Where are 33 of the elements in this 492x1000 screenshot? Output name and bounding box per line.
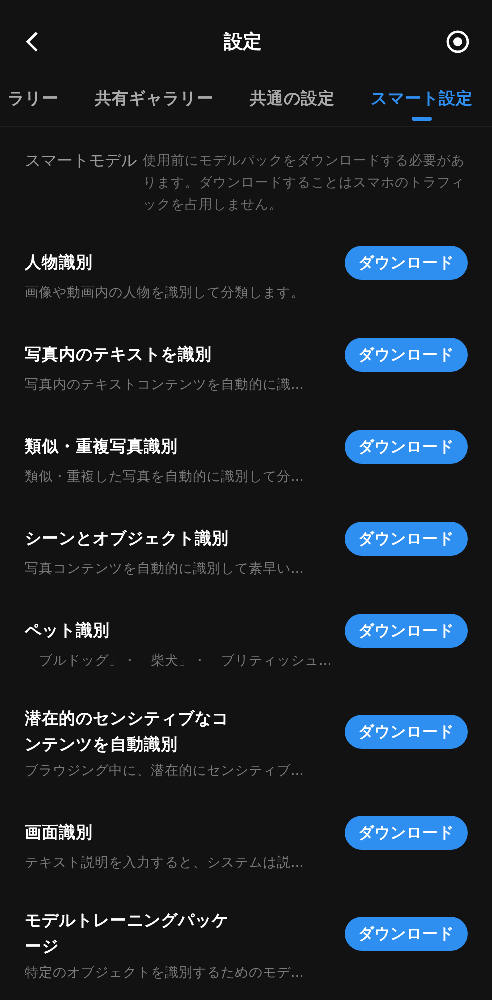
model-title: モデルトレーニングパッケージ bbox=[25, 910, 230, 958]
tab[interactable]: ラリー bbox=[8, 84, 59, 126]
target-icon[interactable] bbox=[446, 30, 470, 54]
model-description: 「ブルドッグ」・「柴犬」・「ブリティッシュ... bbox=[25, 652, 333, 671]
model-title: ペット識別 bbox=[25, 620, 111, 642]
model-description: ブラウジング中に、潜在的にセンシティブ... bbox=[25, 762, 305, 781]
model-title: 潜在的のセンシティブなコンテンツを自動識別 bbox=[25, 708, 230, 756]
model-description: 画像や動画内の人物を識別して分類します。 bbox=[25, 284, 306, 303]
download-button[interactable]: ダウンロード bbox=[345, 715, 468, 749]
tab[interactable]: スマート設定 bbox=[371, 84, 473, 126]
model-description: 写真コンテンツを自動的に識別して素早い... bbox=[25, 560, 305, 579]
download-button[interactable]: ダウンロード bbox=[345, 917, 468, 951]
download-button[interactable]: ダウンロード bbox=[345, 338, 468, 372]
model-title: 人物識別 bbox=[25, 252, 94, 274]
download-button[interactable]: ダウンロード bbox=[345, 614, 468, 648]
model-title: 類似・重複写真識別 bbox=[25, 436, 179, 458]
model-description: テキスト説明を入力すると、システムは説... bbox=[25, 854, 305, 873]
section-description: 使用前にモデルパックをダウンロードする必要があります。ダウンロードすることはスマホのトラフィックを占用しません。 bbox=[143, 152, 466, 215]
model-title: シーンとオブジェクト識別 bbox=[25, 528, 230, 550]
back-icon[interactable] bbox=[24, 31, 40, 53]
model-description: 類似・重複した写真を自動的に識別して分... bbox=[25, 468, 305, 487]
page-title: 設定 bbox=[224, 30, 262, 55]
tab[interactable]: 共通の設定 bbox=[250, 84, 335, 126]
model-description: 写真内のテキストコンテンツを自動的に識... bbox=[25, 376, 305, 395]
download-button[interactable]: ダウンロード bbox=[345, 246, 468, 280]
tab[interactable]: 共有ギャラリー bbox=[95, 84, 214, 126]
download-button[interactable]: ダウンロード bbox=[345, 430, 468, 464]
model-title: 画面識別 bbox=[25, 822, 94, 844]
model-description: 特定のオブジェクトを識別するためのモデ... bbox=[25, 964, 305, 983]
model-title: 写真内のテキストを識別 bbox=[25, 344, 213, 366]
download-button[interactable]: ダウンロード bbox=[345, 816, 468, 850]
download-button[interactable]: ダウンロード bbox=[345, 522, 468, 556]
section-label: スマートモデル bbox=[25, 150, 137, 172]
